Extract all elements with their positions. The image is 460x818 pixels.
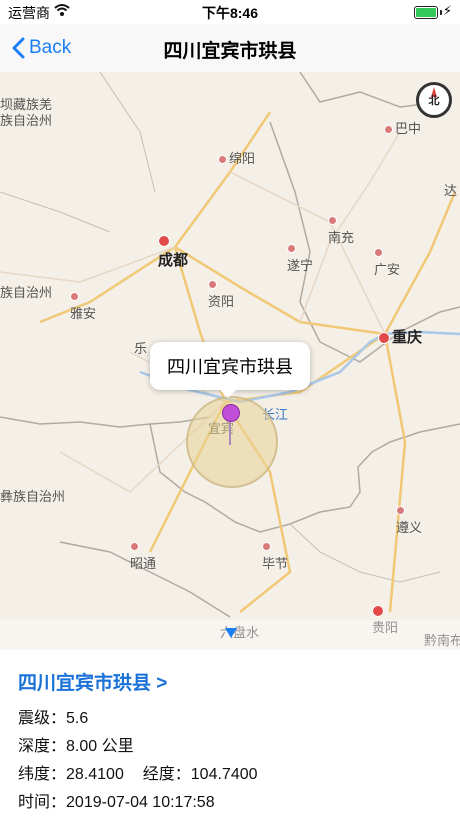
map-label-ziyang: 资阳 (208, 276, 234, 310)
location-title-link[interactable]: 四川宜宾市珙县 > (18, 668, 167, 695)
longitude-value: 104.7400 (190, 766, 258, 783)
map-label-suining: 遂宁 (287, 240, 313, 274)
map-label-bijie: 毕节 (262, 538, 288, 572)
battery-cap (440, 10, 442, 15)
longitude-label: 经度： (142, 766, 191, 783)
compass-button[interactable]: 北 (416, 82, 452, 118)
map-label-bazhong: 巴中 (384, 118, 421, 137)
latitude-label: 纬度： (18, 766, 67, 783)
map-label-leshan: 乐 (134, 341, 148, 356)
depth-value: 8.00 公里 (66, 738, 134, 755)
time-row: 时间：2019-07-04 10:17:58 (18, 788, 215, 812)
map-label-liangshan: 彝族自治州 (0, 489, 66, 504)
navigation-bar: Back 四川宜宾市珙县 (0, 24, 460, 73)
depth-row: 深度：8.00 公里 (18, 732, 134, 756)
magnitude-value: 5.6 (66, 710, 89, 727)
compass-north-label: 北 (428, 95, 440, 107)
magnitude-row: 震级：5.6 (18, 704, 88, 728)
map-label-ganzi: 族自治州 (0, 285, 53, 300)
time-value: 2019-07-04 10:17:58 (66, 794, 215, 811)
location-pin-icon[interactable] (222, 404, 240, 422)
coordinates-row: 纬度：28.4100 经度：104.7400 (18, 760, 258, 784)
map-view[interactable]: 坝藏族羌 族自治州 巴中 绵阳 达 成都 南充 遂宁 广安 族自治州 资阳 雅安… (0, 72, 460, 650)
quake-info-panel: 四川宜宾市珙县 > 震级：5.6 深度：8.00 公里 纬度：28.4100 经… (0, 650, 460, 818)
time-label: 时间： (18, 794, 67, 811)
status-time: 下午8:46 (201, 5, 259, 21)
pin-callout[interactable]: 四川宜宾市珙县 (150, 342, 310, 390)
map-label-aba-2: 族自治州 (0, 113, 53, 128)
map-label-chengdu: 成都 (158, 232, 188, 270)
map-label-zunyi: 遵义 (396, 502, 422, 536)
triangle-down-icon (225, 628, 237, 638)
callout-label: 四川宜宾市珙县 (167, 357, 293, 377)
battery-icon (414, 6, 438, 19)
callout-arrow (218, 388, 238, 398)
charging-bolt-icon: ⚡ (442, 3, 452, 18)
status-bar: 运营商 下午8:46 ⚡ (0, 0, 460, 24)
map-label-guangan: 广安 (374, 244, 400, 278)
pin-stem (229, 419, 231, 445)
map-label-yaan: 雅安 (70, 288, 96, 322)
map-label-nanchong: 南充 (328, 212, 354, 246)
map-label-chongqing: 重庆 (378, 326, 422, 347)
page-title: 四川宜宾市珙县 (163, 41, 297, 62)
map-label-dazhou: 达 (444, 183, 458, 198)
magnitude-label: 震级： (18, 710, 67, 727)
map-label-zhaotong: 昭通 (130, 538, 156, 572)
latitude-value: 28.4100 (66, 766, 124, 783)
map-label-mianyang: 绵阳 (218, 148, 255, 167)
depth-label: 深度： (18, 738, 67, 755)
